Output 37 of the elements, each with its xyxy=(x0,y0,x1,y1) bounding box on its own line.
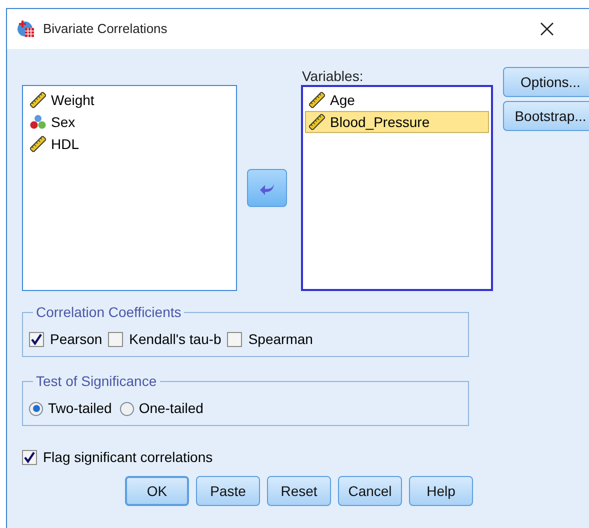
radio-label: Two-tailed xyxy=(48,399,112,418)
three-balls-icon xyxy=(30,114,46,130)
checkbox-label: Kendall's tau-b xyxy=(129,330,222,349)
variables-label: Variables: xyxy=(302,67,364,85)
checkbox-label: Spearman xyxy=(248,330,313,349)
variable-list-item[interactable]: Weight xyxy=(26,89,233,111)
window-title: Bivariate Correlations xyxy=(43,20,168,38)
close-icon[interactable] xyxy=(540,22,554,36)
variable-list-item[interactable]: HDL xyxy=(26,133,233,155)
side-button[interactable]: Bootstrap... xyxy=(503,101,589,131)
dialog-button[interactable]: Reset xyxy=(267,476,331,506)
variable-list-item[interactable]: Sex xyxy=(26,111,233,133)
variable-list-item[interactable]: Blood_Pressure xyxy=(305,111,489,133)
source-variable-list[interactable]: Weight Sex HDL xyxy=(22,85,237,291)
ruler-icon xyxy=(30,92,46,108)
checkbox[interactable] xyxy=(227,332,242,347)
checkbox-label: Flag significant correlations xyxy=(43,448,213,467)
ruler-icon xyxy=(309,92,325,108)
checkbox[interactable] xyxy=(22,450,37,465)
dialog-button[interactable]: OK xyxy=(125,476,189,506)
radio-button[interactable] xyxy=(29,402,43,416)
radio-button[interactable] xyxy=(120,402,134,416)
ruler-icon xyxy=(30,136,46,152)
radio-label: One-tailed xyxy=(138,399,204,418)
dialog-button[interactable]: Paste xyxy=(196,476,260,506)
dialog-button[interactable]: Help xyxy=(409,476,473,506)
variable-list-item[interactable]: Age xyxy=(305,89,489,111)
table-icon xyxy=(17,20,35,38)
move-arrow-button[interactable] xyxy=(247,169,287,207)
checkbox[interactable] xyxy=(29,332,44,347)
side-button[interactable]: Options... xyxy=(503,67,589,97)
dialog-button[interactable]: Cancel xyxy=(338,476,402,506)
selected-variable-list[interactable]: Age Blood_Pressure xyxy=(301,85,493,291)
checkbox[interactable] xyxy=(108,332,124,347)
checkbox-label: Pearson xyxy=(50,330,102,349)
ruler-icon xyxy=(309,114,325,130)
curved-arrow-icon xyxy=(259,181,275,195)
